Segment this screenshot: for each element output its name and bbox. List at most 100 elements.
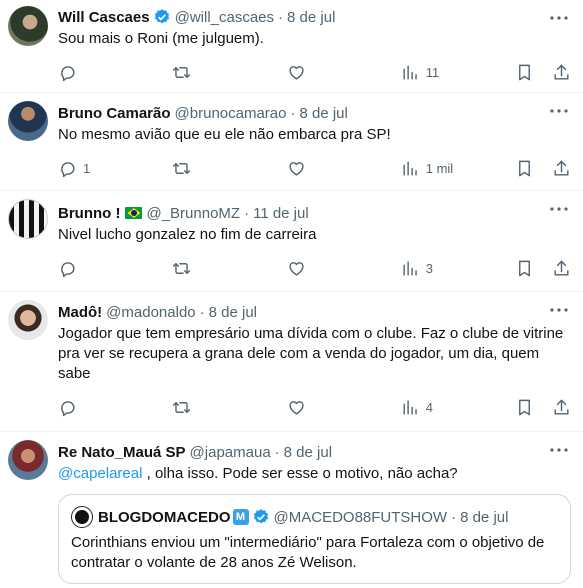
author-name[interactable]: Re Nato_Mauá SP [58, 444, 186, 461]
reply-icon [58, 63, 77, 82]
views-button[interactable]: 1 mil [401, 159, 461, 178]
share-icon [552, 159, 571, 178]
bookmark-button[interactable] [515, 259, 534, 278]
views-count: 4 [425, 399, 433, 415]
author-handle[interactable]: @madonaldo [106, 304, 195, 321]
like-button[interactable] [287, 259, 347, 278]
quote-avatar [71, 506, 93, 528]
tweet-date[interactable]: 8 de jul [299, 105, 347, 122]
tweet-text-body: , olha isso. Pode ser esse o motivo, não… [142, 465, 458, 482]
more-icon[interactable] [549, 101, 569, 117]
action-bar: 4 [58, 388, 571, 426]
tweet-date[interactable]: 8 de jul [284, 444, 332, 461]
like-icon [287, 63, 306, 82]
avatar[interactable] [8, 199, 48, 239]
author-handle[interactable]: @japamaua [190, 444, 271, 461]
more-icon[interactable] [549, 199, 569, 215]
avatar[interactable] [8, 6, 48, 46]
share-icon [552, 63, 571, 82]
retweet-icon [172, 259, 191, 278]
tweet-text: Jogador que tem empresário uma dívida co… [58, 325, 564, 382]
tweet-date[interactable]: 8 de jul [209, 304, 257, 321]
views-icon [401, 63, 420, 82]
views-button[interactable]: 11 [401, 63, 461, 82]
retweet-button[interactable] [172, 259, 232, 278]
tweet-date[interactable]: 8 de jul [287, 9, 335, 26]
retweet-button[interactable] [172, 63, 232, 82]
author-name[interactable]: Brunno ! [58, 205, 120, 222]
brazil-flag-icon [125, 207, 143, 219]
like-icon [287, 398, 306, 417]
quote-text: Corinthians enviou um "intermediário" pa… [71, 534, 545, 571]
verified-icon [154, 9, 169, 24]
quote-author-handle: @MACEDO88FUTSHOW [273, 508, 448, 526]
reply-count: 1 [83, 160, 91, 176]
bookmark-button[interactable] [515, 159, 534, 178]
like-icon [287, 159, 306, 178]
share-icon [552, 259, 571, 278]
author-handle[interactable]: @will_cascaes [175, 9, 274, 26]
author-handle[interactable]: @brunocamarao [175, 105, 287, 122]
views-button[interactable]: 3 [401, 259, 461, 278]
retweet-icon [172, 398, 191, 417]
retweet-button[interactable] [172, 398, 232, 417]
author-name[interactable]: Madô! [58, 304, 102, 321]
like-button[interactable] [287, 63, 347, 82]
action-bar: 3 [58, 249, 571, 287]
separator: · [290, 104, 296, 122]
quoted-tweet[interactable]: BLOGDOMACEDO M @MACEDO88FUTSHOW · 8 de j… [58, 494, 571, 584]
separator: · [199, 303, 205, 321]
share-button[interactable] [552, 259, 571, 278]
retweet-button[interactable] [172, 159, 232, 178]
tweet[interactable]: Will Cascaes @will_cascaes · 8 de jul So… [0, 0, 583, 93]
reply-icon [58, 159, 77, 178]
mention-link[interactable]: @capelareal [58, 465, 142, 482]
tweet-date[interactable]: 11 de jul [253, 205, 309, 222]
views-count: 11 [425, 64, 440, 80]
bookmark-icon [515, 259, 534, 278]
author-handle[interactable]: @_BrunnoMZ [146, 205, 240, 222]
action-bar: 11 [58, 53, 571, 91]
views-button[interactable]: 4 [401, 398, 461, 417]
retweet-icon [172, 63, 191, 82]
more-icon[interactable] [549, 300, 569, 316]
share-button[interactable] [552, 398, 571, 417]
tweet[interactable]: Madô! @madonaldo · 8 de jul Jogador que … [0, 292, 583, 432]
retweet-icon [172, 159, 191, 178]
author-name[interactable]: Will Cascaes [58, 9, 150, 26]
tweet[interactable]: Brunno ! @_BrunnoMZ · 11 de jul Nivel lu… [0, 191, 583, 292]
reply-button[interactable] [58, 398, 118, 417]
views-icon [401, 398, 420, 417]
separator: · [244, 204, 250, 222]
share-icon [552, 398, 571, 417]
views-count: 3 [425, 260, 433, 276]
avatar[interactable] [8, 440, 48, 480]
like-icon [287, 259, 306, 278]
reply-button[interactable]: 1 [58, 159, 118, 178]
like-button[interactable] [287, 398, 347, 417]
share-button[interactable] [552, 159, 571, 178]
more-icon[interactable] [549, 440, 569, 456]
more-icon[interactable] [549, 8, 569, 24]
avatar[interactable] [8, 300, 48, 340]
bookmark-icon [515, 159, 534, 178]
tweet[interactable]: Re Nato_Mauá SP @japamaua · 8 de jul @ca… [0, 432, 583, 584]
tweet-text: Sou mais o Roni (me julguem). [58, 30, 264, 47]
avatar[interactable] [8, 101, 48, 141]
tweet-text: @capelareal , olha isso. Pode ser esse o… [58, 464, 571, 484]
bookmark-button[interactable] [515, 63, 534, 82]
tweet[interactable]: Bruno Camarão @brunocamarao · 8 de jul N… [0, 93, 583, 191]
separator: · [278, 8, 284, 26]
reply-button[interactable] [58, 63, 118, 82]
views-icon [401, 159, 420, 178]
share-button[interactable] [552, 63, 571, 82]
quote-badge: M [232, 509, 249, 525]
bookmark-icon [515, 398, 534, 417]
replies-feed: Will Cascaes @will_cascaes · 8 de jul So… [0, 0, 583, 588]
quote-author-name: BLOGDOMACEDO [98, 508, 231, 526]
reply-button[interactable] [58, 259, 118, 278]
bookmark-button[interactable] [515, 398, 534, 417]
separator: · [451, 508, 457, 526]
like-button[interactable] [287, 159, 347, 178]
author-name[interactable]: Bruno Camarão [58, 105, 171, 122]
